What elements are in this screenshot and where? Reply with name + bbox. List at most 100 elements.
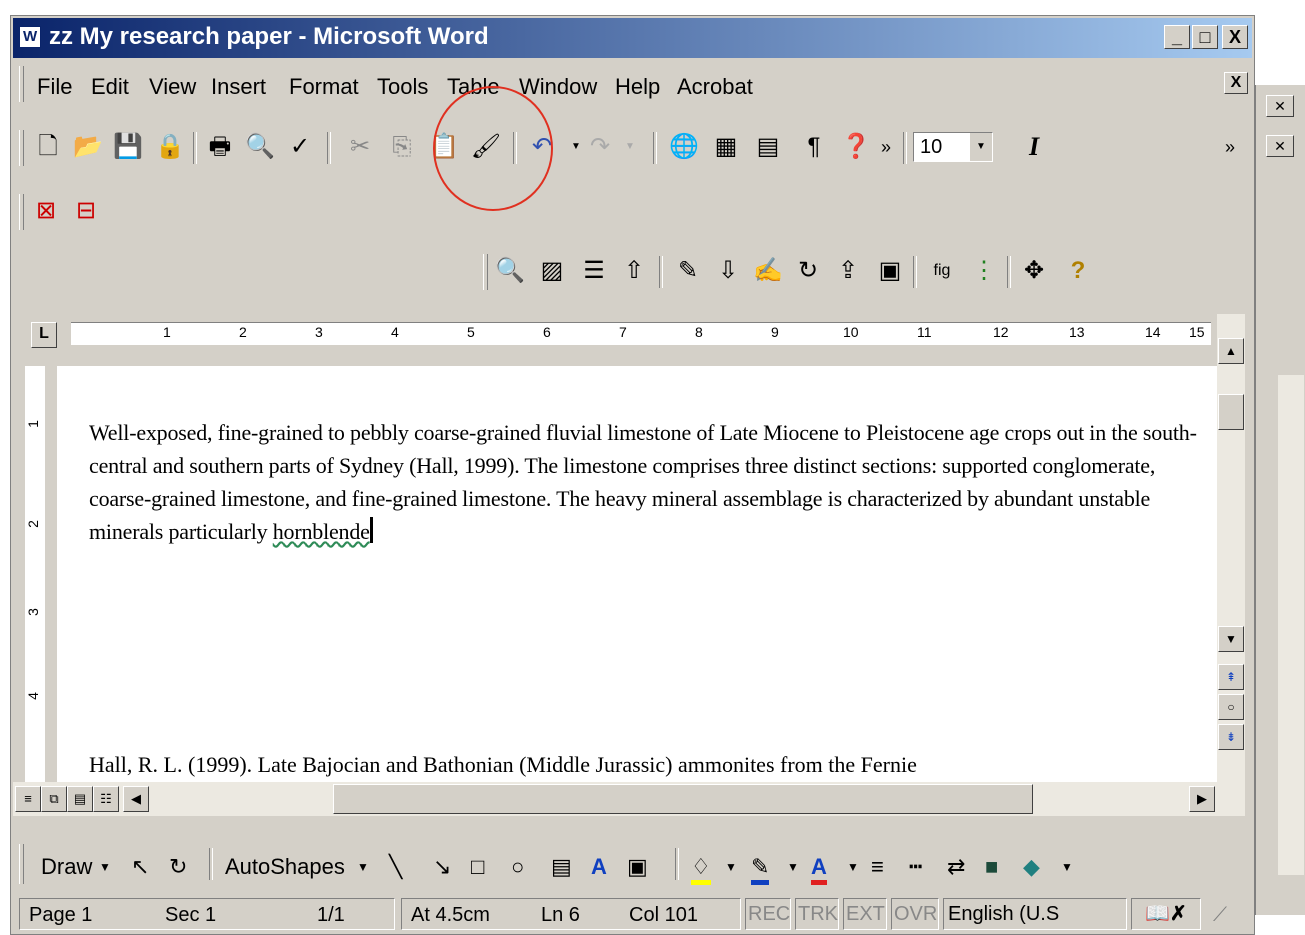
minimize-button[interactable]: _ [1164, 25, 1190, 49]
edit-icon[interactable]: ✎ [671, 254, 705, 288]
arrow-icon[interactable]: ↘ [433, 854, 451, 880]
vertical-scrollbar[interactable]: ▲ ▼ ⇞ ○ ⇟ [1217, 314, 1245, 786]
chevron-down-icon[interactable]: ▼ [787, 860, 799, 874]
dash-style-icon[interactable]: ┅ [909, 854, 922, 880]
tables-borders-icon[interactable]: ▦ [709, 130, 743, 164]
permission-icon[interactable]: 🔒 [153, 130, 187, 164]
menu-help[interactable]: Help [615, 74, 660, 100]
background-close-button[interactable]: ✕ [1266, 95, 1294, 117]
document-page[interactable]: Well-exposed, fine-grained to pebbly coa… [57, 366, 1217, 786]
menu-window[interactable]: Window [519, 74, 597, 100]
download-icon[interactable]: ⇩ [711, 254, 745, 288]
status-ext[interactable]: EXT [843, 898, 887, 930]
select-browse-object-button[interactable]: ○ [1218, 694, 1244, 720]
chevron-down-icon[interactable]: ▼ [357, 860, 369, 874]
scroll-right-button[interactable]: ▶ [1189, 786, 1215, 812]
vertical-ruler[interactable]: 1 2 3 4 [13, 366, 57, 786]
copy-icon[interactable]: ⎘ [385, 130, 419, 164]
magnify-icon[interactable]: 🔍 [493, 254, 527, 288]
scroll-up-button[interactable]: ▲ [1218, 338, 1244, 364]
pdf-toolbar-grip[interactable] [19, 194, 24, 230]
3d-icon[interactable]: ◆ [1023, 854, 1040, 880]
toolbar-overflow-icon[interactable]: » [869, 130, 903, 164]
redo-icon[interactable]: ↷ [583, 130, 617, 164]
line-icon[interactable]: ╲ [389, 854, 402, 880]
insert-table-icon[interactable]: ▤ [751, 130, 785, 164]
hyperlink-icon[interactable]: 🌐 [667, 130, 701, 164]
status-rec[interactable]: REC [745, 898, 791, 930]
oval-icon[interactable]: ○ [511, 854, 524, 880]
menu-file[interactable]: File [37, 74, 72, 100]
help-icon[interactable]: ? [1061, 254, 1095, 288]
menu-table[interactable]: Table [447, 74, 500, 100]
insert-citation-icon[interactable]: ⇧ [617, 254, 651, 288]
body-paragraph[interactable]: Well-exposed, fine-grained to pebbly coa… [89, 416, 1209, 548]
new-icon[interactable]: 🗋 [31, 130, 65, 164]
insert-image-icon[interactable]: ▨ [535, 254, 569, 288]
free-rotate-icon[interactable]: ↻ [169, 854, 187, 880]
save-icon[interactable]: 💾 [111, 130, 145, 164]
show-formatting-icon[interactable]: ¶ [797, 130, 831, 164]
export-icon[interactable]: ⇪ [831, 254, 865, 288]
background-scrollbar[interactable] [1278, 375, 1304, 875]
redo-dropdown-icon[interactable]: ▼ [613, 130, 647, 164]
format-icon[interactable]: ✥ [1017, 254, 1051, 288]
clip-art-icon[interactable]: ▣ [627, 854, 648, 880]
close-button[interactable]: X [1222, 25, 1248, 49]
outline-view-button[interactable]: ☷ [93, 786, 119, 812]
print-layout-view-button[interactable]: ▤ [67, 786, 93, 812]
drawing-toolbar-grip[interactable] [19, 844, 24, 884]
scroll-down-button[interactable]: ▼ [1218, 626, 1244, 652]
normal-view-button[interactable]: ≡ [15, 786, 41, 812]
status-trk[interactable]: TRK [795, 898, 839, 930]
reference-entry[interactable]: Hall, R. L. (1999). Late Bajocian and Ba… [89, 752, 917, 778]
fill-color-icon[interactable]: ♢ [691, 854, 711, 885]
autoshapes-menu-button[interactable]: AutoShapes [225, 854, 345, 880]
chevron-down-icon[interactable]: ▼ [969, 133, 992, 161]
menu-edit[interactable]: Edit [91, 74, 129, 100]
draw-menu-button[interactable]: Draw [41, 854, 92, 880]
notes-icon[interactable]: ▣ [873, 254, 907, 288]
background-close-icon[interactable]: ✕ [1266, 135, 1294, 157]
spelling-icon[interactable]: ✓ [283, 130, 317, 164]
chevron-down-icon[interactable]: ▼ [99, 860, 111, 874]
help-icon[interactable]: ❓ [839, 130, 873, 164]
horizontal-ruler[interactable]: L 1 2 3 4 5 6 7 8 9 10 11 12 13 14 15 [13, 314, 1220, 366]
text-box-icon[interactable]: ▤ [551, 854, 572, 880]
title-bar[interactable]: zz My research paper - Microsoft Word _ … [13, 18, 1252, 58]
figure-icon[interactable]: fig [925, 254, 959, 288]
chevron-down-icon[interactable]: ▼ [847, 860, 859, 874]
line-style-icon[interactable]: ≡ [871, 854, 884, 880]
rectangle-icon[interactable]: □ [471, 854, 484, 880]
menu-tools[interactable]: Tools [377, 74, 428, 100]
font-size-select[interactable]: 10 ▼ [913, 132, 993, 162]
menu-grip[interactable] [19, 66, 24, 102]
menu-acrobat[interactable]: Acrobat [677, 74, 753, 100]
menu-format[interactable]: Format [289, 74, 359, 100]
menu-insert[interactable]: Insert [211, 74, 266, 100]
open-icon[interactable]: 📂 [71, 130, 105, 164]
chevron-down-icon[interactable]: ▼ [1061, 860, 1073, 874]
web-layout-view-button[interactable]: ⧉ [41, 786, 67, 812]
scroll-left-button[interactable]: ◀ [123, 786, 149, 812]
horizontal-scrollbar[interactable]: ≡ ⧉ ▤ ☷ ◀ ▶ [13, 782, 1245, 816]
spelling-status-icon[interactable]: 📖✗ [1131, 898, 1201, 930]
chevron-down-icon[interactable]: ▼ [725, 860, 737, 874]
numbered-list-icon[interactable]: ⋮ [967, 254, 1001, 288]
horizontal-scroll-thumb[interactable] [333, 784, 1033, 814]
sign-icon[interactable]: ✍ [751, 254, 785, 288]
font-color-icon[interactable]: A [811, 854, 827, 885]
convert-and-email-icon[interactable]: ⊟ [69, 194, 103, 228]
convert-to-pdf-icon[interactable]: ⊠ [29, 194, 63, 228]
reference-toolbar-grip[interactable] [483, 254, 488, 290]
next-page-button[interactable]: ⇟ [1218, 724, 1244, 750]
status-language[interactable]: English (U.S [943, 898, 1127, 930]
toolbar-overflow-right-icon[interactable]: » [1213, 130, 1247, 164]
print-preview-icon[interactable]: 🔍 [243, 130, 277, 164]
status-ovr[interactable]: OVR [891, 898, 939, 930]
resize-grip-icon[interactable]: ⟋ [1213, 900, 1227, 930]
scroll-thumb[interactable] [1218, 394, 1244, 430]
menu-view[interactable]: View [149, 74, 196, 100]
wordart-icon[interactable]: A [591, 854, 607, 880]
print-icon[interactable]: 🖶 [203, 130, 237, 164]
